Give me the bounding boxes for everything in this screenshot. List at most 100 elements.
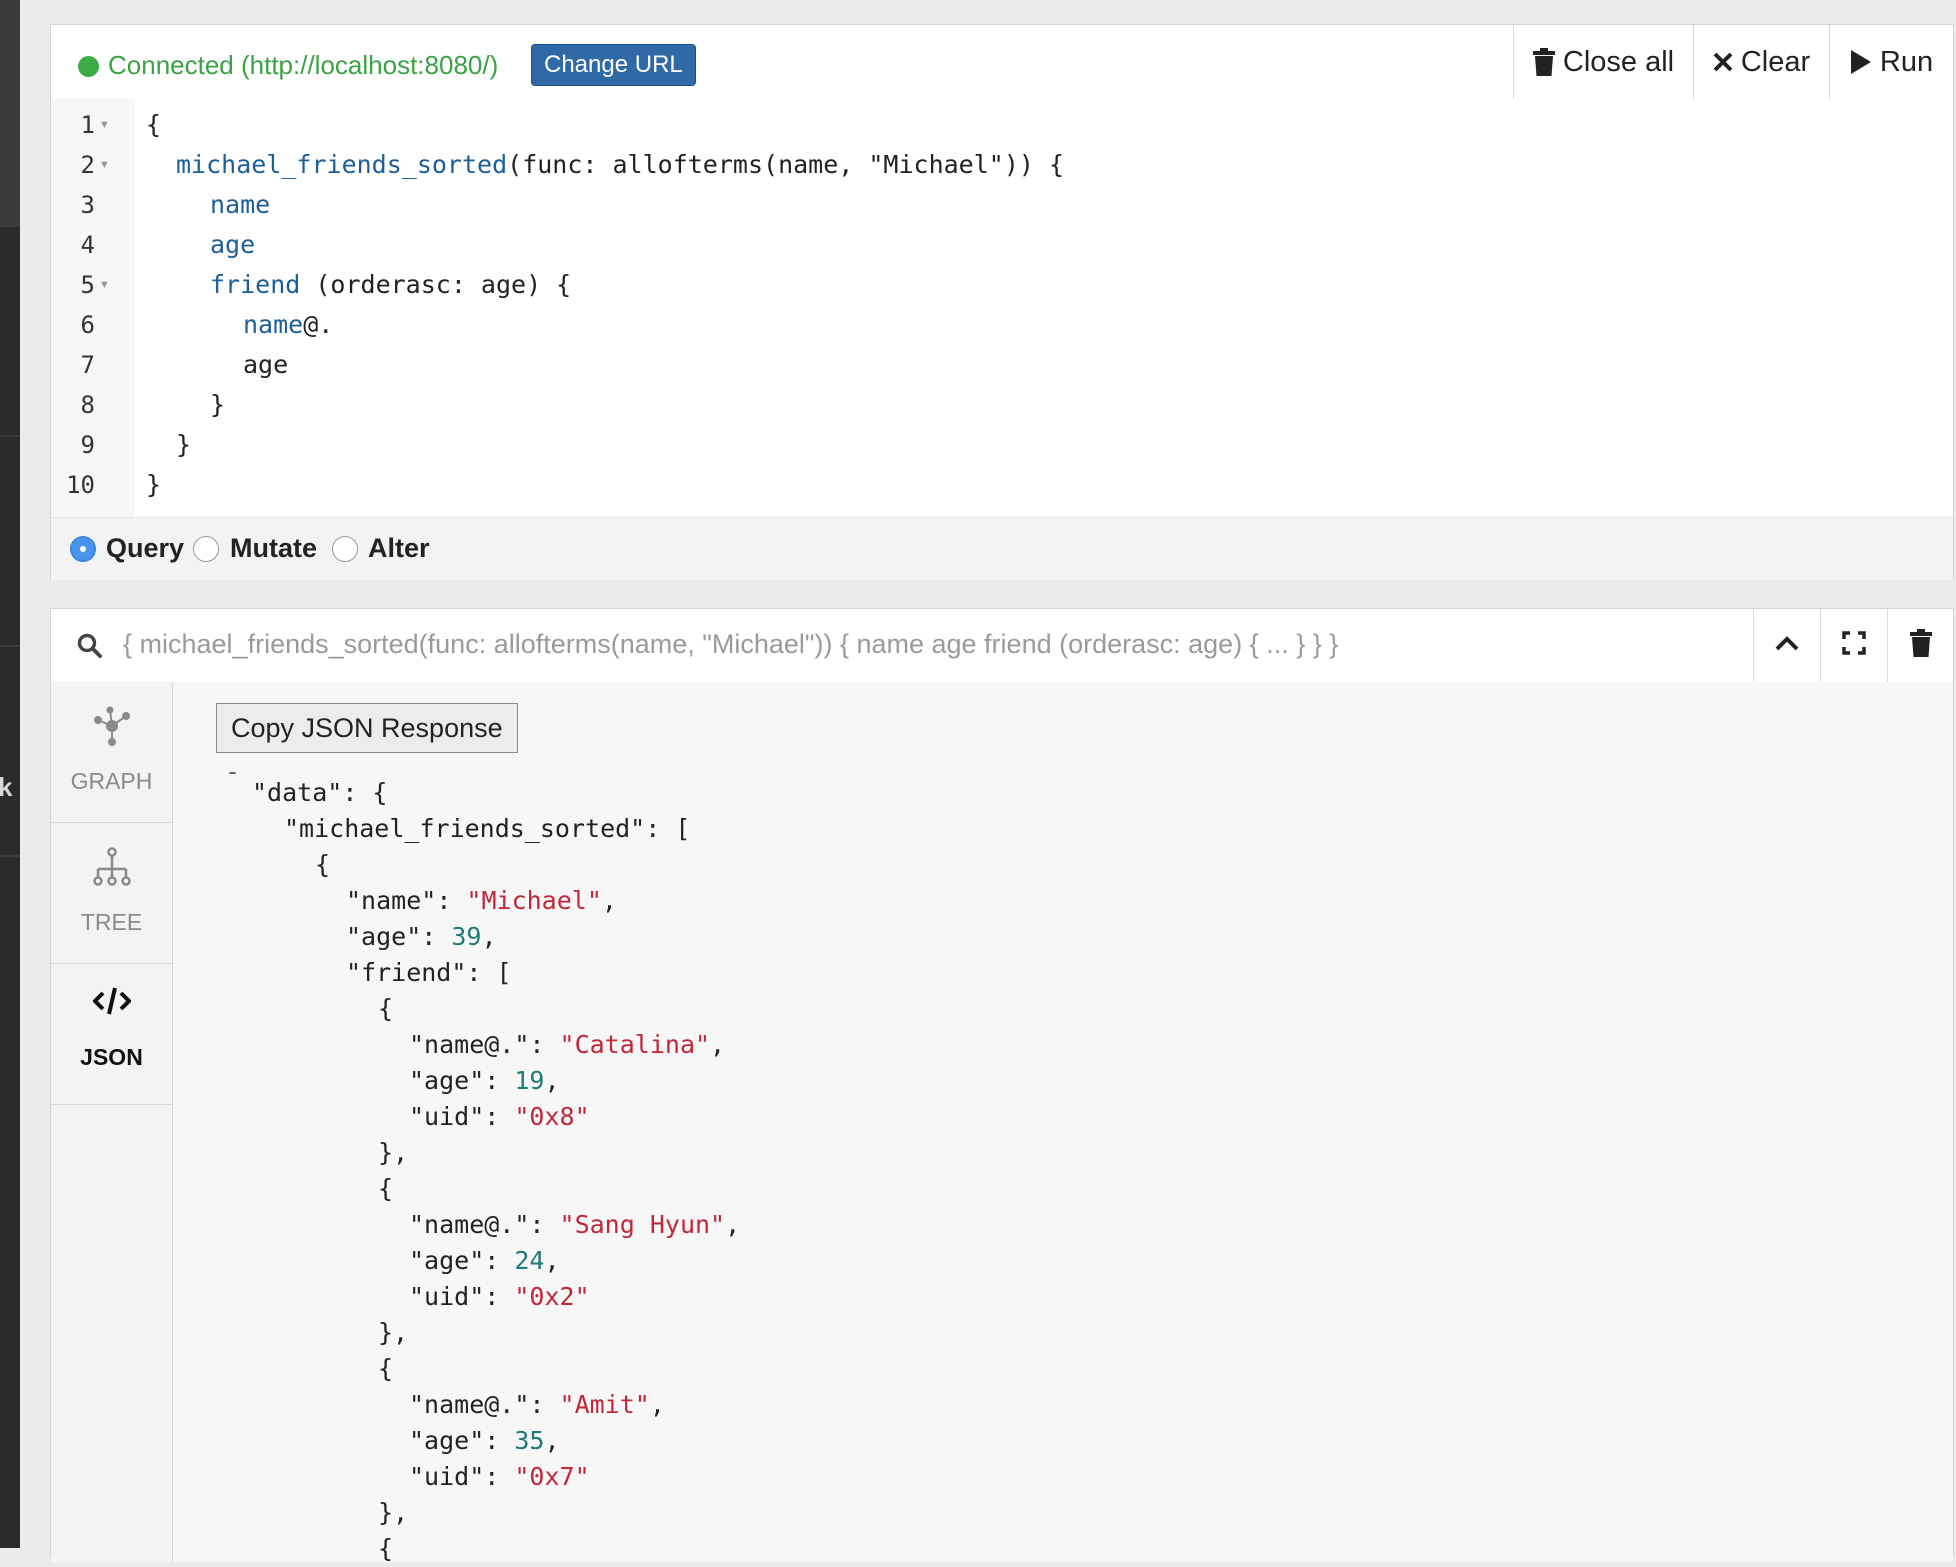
mutate-radio[interactable]	[193, 536, 219, 562]
json-line: {	[378, 1174, 394, 1203]
code-line: 6 name@.	[51, 305, 1951, 345]
collapse-button[interactable]	[1753, 609, 1820, 682]
left-strip-divider	[0, 855, 20, 857]
operation-mode-bar: Query Mutate Alter	[51, 517, 1953, 580]
code-keyword: friend	[210, 270, 301, 299]
fullscreen-button[interactable]	[1820, 609, 1887, 682]
json-key: "age"	[409, 1066, 485, 1095]
json-key: "name@."	[409, 1390, 530, 1419]
json-number: 19	[514, 1066, 545, 1095]
graph-icon	[51, 706, 172, 746]
json-line: "age": 39,	[346, 922, 497, 951]
mutate-radio-label[interactable]: Mutate	[230, 533, 317, 564]
json-line: {	[378, 1354, 394, 1383]
left-strip-divider	[0, 645, 20, 647]
line-number: 9	[80, 431, 95, 459]
run-button[interactable]: Run	[1829, 25, 1953, 99]
json-key: "uid"	[409, 1282, 485, 1311]
tree-icon	[51, 847, 172, 889]
connection-status-text: Connected (http://localhost:8080/)	[108, 50, 499, 80]
tab-graph[interactable]: GRAPH	[51, 682, 172, 823]
json-line: "name@.": "Amit",	[409, 1390, 665, 1419]
json-line: {	[378, 994, 394, 1023]
fold-arrow-icon[interactable]: ▼	[99, 279, 110, 291]
code-text: friend (orderasc: age) {	[210, 265, 571, 305]
json-line: "name@.": "Catalina",	[409, 1030, 726, 1059]
json-number: 35	[514, 1426, 545, 1455]
json-line: "data": {	[252, 778, 388, 807]
tab-tree[interactable]: TREE	[51, 823, 172, 964]
left-strip-divider	[0, 435, 20, 437]
line-number: 2	[80, 151, 95, 179]
code-line: 1 ▼ {	[51, 105, 1951, 145]
json-line: },	[378, 1138, 409, 1167]
code-keyword: michael_friends_sorted	[176, 150, 508, 179]
code-text-rest: @.	[303, 310, 334, 339]
alter-radio-label[interactable]: Alter	[368, 533, 430, 564]
json-line: "age": 19,	[409, 1066, 560, 1095]
tab-json[interactable]: JSON	[51, 964, 172, 1105]
json-string: "0x2"	[514, 1282, 590, 1311]
json-line: {	[378, 1534, 394, 1563]
fold-arrow-icon[interactable]: ▼	[99, 119, 110, 131]
code-line: 7 age	[51, 345, 1951, 385]
chevron-up-icon	[1775, 635, 1799, 656]
json-line: "michael_friends_sorted": [	[284, 814, 691, 843]
code-text: age	[243, 350, 289, 379]
left-strip-top-block	[0, 0, 20, 225]
json-number: 39	[451, 922, 482, 951]
tab-graph-label: GRAPH	[70, 768, 153, 794]
clear-button[interactable]: Clear	[1693, 25, 1829, 99]
line-number: 7	[80, 351, 95, 379]
tab-tree-label: TREE	[80, 909, 143, 935]
code-line: 5 ▼ friend (orderasc: age) {	[51, 265, 1951, 305]
change-url-button[interactable]: Change URL	[531, 44, 696, 86]
json-key: "name@."	[409, 1030, 530, 1059]
line-number: 4	[80, 231, 95, 259]
json-number: 24	[514, 1246, 545, 1275]
line-number: 8	[80, 391, 95, 419]
left-strip-divider	[0, 225, 20, 227]
code-editor[interactable]: 1 ▼ { 2 ▼ michael_friends_sorted(func: a…	[51, 99, 1953, 517]
code-text: }	[210, 390, 226, 419]
code-icon	[51, 986, 172, 1016]
json-line: {	[315, 850, 331, 879]
fold-arrow-icon[interactable]: ▼	[99, 159, 110, 171]
code-line: 10 }	[51, 465, 1951, 505]
editor-header: Connected (http://localhost:8080/) Chang…	[51, 25, 1953, 100]
left-sidebar-strip: k	[0, 0, 20, 1548]
play-icon	[1850, 49, 1872, 75]
code-line: 4 age	[51, 225, 1951, 265]
json-line: },	[378, 1318, 409, 1347]
json-key: "age"	[409, 1426, 485, 1455]
json-key: "age"	[346, 922, 422, 951]
fullscreen-icon	[1842, 631, 1866, 660]
left-strip-partial-label: k	[0, 772, 13, 802]
line-number: 3	[80, 191, 95, 219]
code-keyword: age	[210, 230, 256, 259]
json-string: "Michael"	[466, 886, 602, 915]
clear-label: Clear	[1740, 45, 1811, 78]
json-collapse-toggle[interactable]: -	[225, 754, 240, 790]
copy-json-button[interactable]: Copy JSON Response	[216, 703, 518, 753]
result-header: { michael_friends_sorted(func: allofterm…	[51, 609, 1953, 683]
code-line: 9 }	[51, 425, 1951, 465]
trash-icon	[1532, 48, 1555, 76]
query-summary[interactable]: { michael_friends_sorted(func: allofterm…	[123, 629, 1338, 660]
line-number: 5	[80, 271, 95, 299]
tab-json-label: JSON	[80, 1044, 143, 1070]
close-all-button[interactable]: Close all	[1513, 25, 1693, 99]
code-keyword: name	[210, 190, 271, 219]
alter-radio[interactable]	[332, 536, 358, 562]
json-key: "name@."	[409, 1210, 530, 1239]
delete-result-button[interactable]	[1887, 609, 1953, 682]
code-text: michael_friends_sorted(func: allofterms(…	[176, 145, 1064, 185]
json-line: "name@.": "Sang Hyun",	[409, 1210, 741, 1239]
trash-icon	[1909, 629, 1932, 662]
query-radio[interactable]	[70, 536, 96, 562]
query-editor-panel: Connected (http://localhost:8080/) Chang…	[50, 24, 1954, 580]
code-line: 8 }	[51, 385, 1951, 425]
query-radio-label[interactable]: Query	[106, 533, 184, 564]
json-line: "uid": "0x8"	[409, 1102, 590, 1131]
json-key: "data"	[252, 778, 343, 807]
